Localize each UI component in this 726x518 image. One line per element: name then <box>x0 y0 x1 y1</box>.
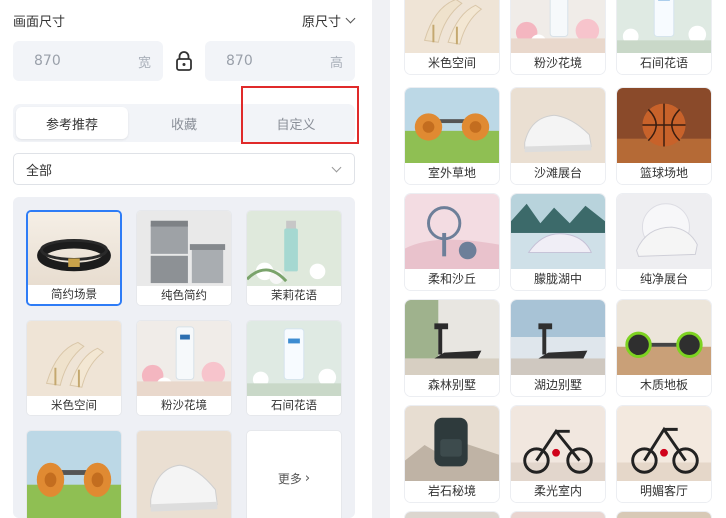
height-input[interactable]: 870 高 <box>205 41 355 81</box>
gallery-scene-card[interactable]: 湖边别墅 <box>511 300 605 396</box>
gallery-scene-card[interactable]: 沙滩展台 <box>511 88 605 184</box>
scene-label: 粉沙花境 <box>511 53 605 74</box>
scene-thumbnail <box>405 0 499 53</box>
size-mode-dropdown[interactable]: 原尺寸 <box>301 11 356 30</box>
scene-thumbnail <box>617 300 711 375</box>
more-scenes-button[interactable]: 更多 › <box>246 430 342 518</box>
scene-card[interactable]: 简约场景 <box>26 210 122 306</box>
scene-label: 纯色简约 <box>137 286 231 305</box>
scene-thumbnail <box>511 88 605 163</box>
panel-divider <box>372 0 390 518</box>
scene-label: 茉莉花语 <box>247 286 341 305</box>
category-select-value: 全部 <box>26 163 53 179</box>
scene-label: 室外草地 <box>405 163 499 184</box>
scene-thumbnail <box>28 212 120 285</box>
size-section-title: 画面尺寸 <box>13 15 66 30</box>
scene-thumbnail <box>137 211 231 286</box>
scene-card[interactable] <box>26 430 122 518</box>
scene-grid: 简约场景 纯色简约 茉莉花语 米色空间 粉沙花境 石间花语 更多 › <box>13 197 355 518</box>
gallery-scene-card[interactable]: 岩石秘境 <box>405 406 499 502</box>
scene-thumbnail <box>405 88 499 163</box>
scene-label: 湖边别墅 <box>511 375 605 396</box>
chevron-right-icon: › <box>304 470 311 486</box>
gallery-scene-card[interactable]: 朦胧湖中 <box>511 194 605 290</box>
gallery-scene-card[interactable]: 米色空间 <box>405 0 499 74</box>
scene-thumbnail <box>511 300 605 375</box>
scene-thumbnail <box>511 194 605 269</box>
scene-card[interactable]: 石间花语 <box>246 320 342 416</box>
scene-label: 木质地板 <box>617 375 711 396</box>
gallery-scene-card[interactable] <box>617 512 711 518</box>
scene-label: 朦胧湖中 <box>511 269 605 290</box>
gallery-scene-card[interactable]: 明媚客厅 <box>617 406 711 502</box>
scene-card[interactable]: 茉莉花语 <box>246 210 342 306</box>
tab-recommended[interactable]: 参考推荐 <box>16 107 128 139</box>
width-input[interactable]: 870 宽 <box>13 41 163 81</box>
scene-card[interactable]: 纯色简约 <box>136 210 232 306</box>
scene-label: 森林别墅 <box>405 375 499 396</box>
scene-label: 岩石秘境 <box>405 481 499 502</box>
scene-thumbnail <box>511 0 605 53</box>
scene-thumbnail <box>405 300 499 375</box>
gallery-scene-card[interactable]: 篮球场地 <box>617 88 711 184</box>
gallery-scene-card[interactable] <box>511 512 605 518</box>
scene-label: 沙滩展台 <box>511 163 605 184</box>
scene-thumbnail <box>27 431 121 518</box>
scene-thumbnail <box>617 88 711 163</box>
width-unit: 宽 <box>137 55 151 71</box>
left-panel: 画面尺寸 原尺寸 870 宽 870 高 参考推荐 收藏 自定义 全部 简约场景… <box>0 0 372 518</box>
scene-label: 明媚客厅 <box>617 481 711 502</box>
scene-label: 石间花语 <box>247 396 341 415</box>
width-value: 870 <box>34 53 61 69</box>
gallery-scene-card[interactable]: 柔光室内 <box>511 406 605 502</box>
scene-label: 米色空间 <box>27 396 121 415</box>
scene-label: 篮球场地 <box>617 163 711 184</box>
scene-label: 粉沙花境 <box>137 396 231 415</box>
scene-thumbnail <box>617 0 711 53</box>
scene-label: 米色空间 <box>405 53 499 74</box>
template-tabs: 参考推荐 收藏 自定义 <box>13 104 355 142</box>
scene-label: 柔和沙丘 <box>405 269 499 290</box>
size-mode-label: 原尺寸 <box>301 15 341 30</box>
chevron-down-icon <box>331 162 342 172</box>
scene-thumbnail <box>137 321 231 396</box>
scene-thumbnail <box>247 211 341 286</box>
height-value: 870 <box>226 53 253 69</box>
scene-thumbnail <box>511 406 605 481</box>
scene-label: 简约场景 <box>28 285 120 304</box>
scene-thumbnail <box>27 321 121 396</box>
tab-favorites[interactable]: 收藏 <box>128 107 240 139</box>
scene-label: 纯净展台 <box>617 269 711 290</box>
gallery-scene-card[interactable]: 柔和沙丘 <box>405 194 499 290</box>
more-label: 更多 <box>277 471 302 486</box>
tab-custom[interactable]: 自定义 <box>240 107 352 139</box>
lock-icon[interactable] <box>174 50 194 72</box>
scene-thumbnail <box>405 194 499 269</box>
gallery-scene-card[interactable]: 粉沙花境 <box>511 0 605 74</box>
height-unit: 高 <box>329 55 343 71</box>
scene-thumbnail <box>617 406 711 481</box>
scene-label: 柔光室内 <box>511 481 605 502</box>
gallery-scene-card[interactable]: 纯净展台 <box>617 194 711 290</box>
scene-thumbnail <box>405 406 499 481</box>
gallery-scene-card[interactable]: 石间花语 <box>617 0 711 74</box>
gallery-scene-card[interactable] <box>405 512 499 518</box>
gallery-scene-card[interactable]: 木质地板 <box>617 300 711 396</box>
scene-thumbnail <box>247 321 341 396</box>
scene-thumbnail <box>137 431 231 518</box>
scene-thumbnail <box>617 194 711 269</box>
gallery-scene-card[interactable]: 森林别墅 <box>405 300 499 396</box>
scene-card[interactable]: 粉沙花境 <box>136 320 232 416</box>
scene-label: 石间花语 <box>617 53 711 74</box>
gallery-scene-card[interactable]: 室外草地 <box>405 88 499 184</box>
category-select[interactable]: 全部 <box>13 153 355 185</box>
scene-card[interactable] <box>136 430 232 518</box>
chevron-down-icon <box>345 13 356 24</box>
scene-card[interactable]: 米色空间 <box>26 320 122 416</box>
right-panel: 米色空间 粉沙花境 石间花语 室外草地 沙滩展台 篮球场地 柔和沙丘 朦胧湖中 … <box>390 0 726 518</box>
